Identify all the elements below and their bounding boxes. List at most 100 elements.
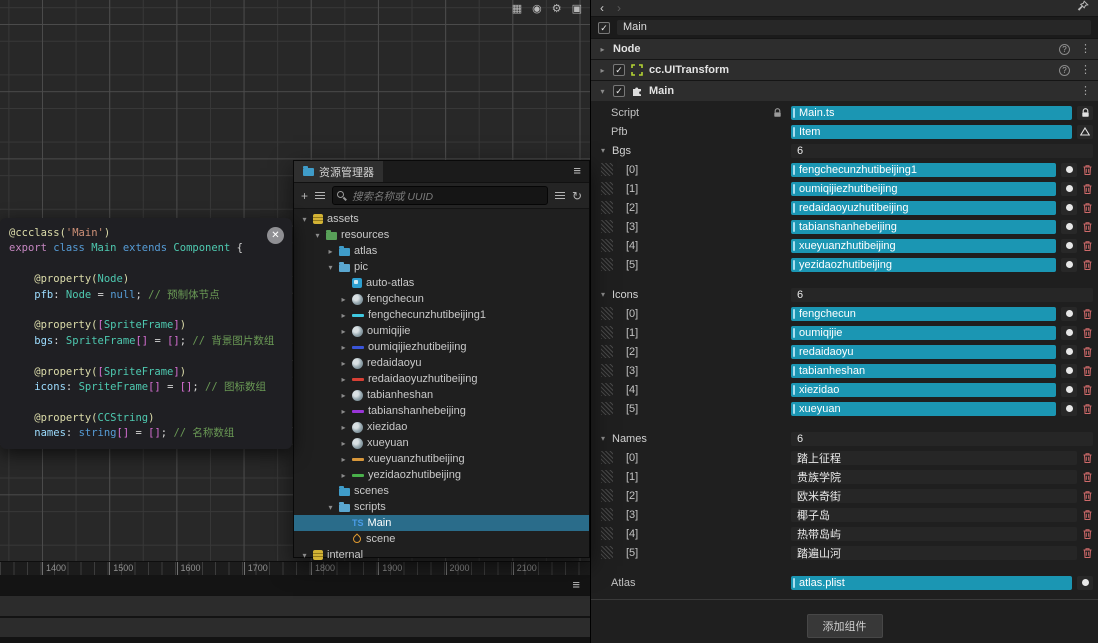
- history-back-button[interactable]: ‹: [600, 1, 604, 15]
- array-size-field[interactable]: 6: [791, 144, 1093, 158]
- chevron-right-icon[interactable]: ▸: [598, 66, 607, 75]
- kebab-menu-icon[interactable]: ⋮: [1080, 65, 1091, 76]
- asset-ref-field[interactable]: xueyuan: [791, 402, 1056, 416]
- tree-item-scenes[interactable]: scenes: [294, 483, 589, 499]
- delete-button[interactable]: [1082, 240, 1093, 252]
- array-size-field[interactable]: 6: [791, 288, 1093, 302]
- tree-item-redaidaoyuzhutibeijing[interactable]: ▸redaidaoyuzhutibeijing: [294, 371, 589, 387]
- add-asset-button[interactable]: +: [301, 190, 308, 202]
- asset-ref-field[interactable]: tabianshanhebeijing: [791, 220, 1056, 234]
- tree-item-assets[interactable]: ▾assets: [294, 211, 589, 227]
- tree-item-redaidaoyu[interactable]: ▸redaidaoyu: [294, 355, 589, 371]
- asset-search-input[interactable]: [350, 187, 548, 206]
- tree-item-yezidaozhutibeijing[interactable]: ▸yezidaozhutibeijing: [294, 467, 589, 483]
- icons-section-row[interactable]: ▾ Icons 6: [591, 285, 1098, 304]
- asset-search-box[interactable]: [332, 186, 548, 205]
- drag-handle-icon[interactable]: [601, 239, 613, 252]
- drag-handle-icon[interactable]: [601, 546, 613, 559]
- chevron-icon[interactable]: ▸: [339, 455, 348, 464]
- chevron-down-icon[interactable]: ▾: [598, 87, 607, 96]
- asset-ref-field[interactable]: fengchecunzhutibeijing1: [791, 163, 1056, 177]
- asset-preview-icon[interactable]: [1061, 239, 1077, 253]
- help-icon[interactable]: ?: [1059, 44, 1070, 55]
- string-field[interactable]: 贵族学院: [791, 470, 1077, 484]
- tree-item-tabianheshan[interactable]: ▸tabianheshan: [294, 387, 589, 403]
- asset-preview-icon[interactable]: [1061, 364, 1077, 378]
- tree-item-xiezidao[interactable]: ▸xiezidao: [294, 419, 589, 435]
- tree-item-oumiqijie[interactable]: ▸oumiqijie: [294, 323, 589, 339]
- string-field[interactable]: 椰子岛: [791, 508, 1077, 522]
- names-section-row[interactable]: ▾ Names 6: [591, 429, 1098, 448]
- uitransform-section-header[interactable]: ▸ ✓ cc.UITransform ? ⋮: [591, 59, 1098, 80]
- gear-icon[interactable]: ⚙: [552, 1, 562, 17]
- asset-ref-field[interactable]: xiezidao: [791, 383, 1056, 397]
- tree-item-fengchecun[interactable]: ▸fengchecun: [294, 291, 589, 307]
- component-enabled-checkbox[interactable]: ✓: [613, 85, 625, 97]
- tree-item-xueyuan[interactable]: ▸xueyuan: [294, 435, 589, 451]
- asset-preview-icon[interactable]: [1061, 163, 1077, 177]
- component-enabled-checkbox[interactable]: ✓: [613, 64, 625, 76]
- filter-list-icon[interactable]: [555, 192, 565, 199]
- lock-icon[interactable]: [1077, 106, 1093, 120]
- grid-icon[interactable]: ▦: [512, 1, 522, 17]
- delete-button[interactable]: [1082, 221, 1093, 233]
- close-icon[interactable]: ✕: [267, 227, 284, 244]
- asset-preview-icon[interactable]: [1061, 201, 1077, 215]
- tree-item-internal[interactable]: ▾internal: [294, 547, 589, 563]
- asset-ref-field[interactable]: oumiqijie: [791, 326, 1056, 340]
- asset-preview-icon[interactable]: [1061, 345, 1077, 359]
- chevron-right-icon[interactable]: ▸: [598, 45, 607, 54]
- viewport-icon[interactable]: ▣: [572, 1, 582, 17]
- string-field[interactable]: 踏上征程: [791, 451, 1077, 465]
- drag-handle-icon[interactable]: [601, 326, 613, 339]
- panel-menu-icon[interactable]: ≡: [573, 163, 581, 178]
- asset-preview-icon[interactable]: [1061, 326, 1077, 340]
- drag-handle-icon[interactable]: [601, 489, 613, 502]
- asset-ref-field[interactable]: redaidaoyu: [791, 345, 1056, 359]
- chevron-down-icon[interactable]: ▾: [599, 146, 607, 155]
- tree-item-Main[interactable]: TSMain: [294, 515, 589, 531]
- asset-preview-icon[interactable]: [1061, 258, 1077, 272]
- tree-item-xueyuanzhutibeijing[interactable]: ▸xueyuanzhutibeijing: [294, 451, 589, 467]
- delete-button[interactable]: [1082, 490, 1093, 502]
- atlas-asset-field[interactable]: atlas.plist: [791, 576, 1072, 590]
- tree-item-pic[interactable]: ▾pic: [294, 259, 589, 275]
- main-component-header[interactable]: ▾ ✓ Main ⋮: [591, 80, 1098, 101]
- chevron-icon[interactable]: ▾: [326, 263, 335, 272]
- node-name-field[interactable]: Main: [617, 20, 1091, 35]
- script-asset-field[interactable]: Main.ts: [791, 106, 1072, 120]
- gizmo-icon[interactable]: ◉: [532, 1, 542, 17]
- drag-handle-icon[interactable]: [601, 182, 613, 195]
- drag-handle-icon[interactable]: [601, 220, 613, 233]
- node-section-header[interactable]: ▸ Node ? ⋮: [591, 38, 1098, 59]
- delete-button[interactable]: [1082, 403, 1093, 415]
- chevron-icon[interactable]: ▾: [326, 503, 335, 512]
- drag-handle-icon[interactable]: [601, 258, 613, 271]
- tree-item-oumiqijiezhutibeijing[interactable]: ▸oumiqijiezhutibeijing: [294, 339, 589, 355]
- chevron-icon[interactable]: ▸: [339, 391, 348, 400]
- tree-item-tabianshanhebeijing[interactable]: ▸tabianshanhebeijing: [294, 403, 589, 419]
- panel-menu-icon[interactable]: ≡: [572, 577, 580, 592]
- delete-button[interactable]: [1082, 327, 1093, 339]
- delete-button[interactable]: [1082, 365, 1093, 377]
- delete-button[interactable]: [1082, 164, 1093, 176]
- pin-icon[interactable]: [1077, 0, 1089, 17]
- asset-preview-icon[interactable]: [1061, 307, 1077, 321]
- chevron-icon[interactable]: ▸: [339, 295, 348, 304]
- help-icon[interactable]: ?: [1059, 65, 1070, 76]
- tree-item-atlas[interactable]: ▸atlas: [294, 243, 589, 259]
- drag-handle-icon[interactable]: [601, 402, 613, 415]
- chevron-icon[interactable]: ▸: [339, 343, 348, 352]
- drag-handle-icon[interactable]: [601, 470, 613, 483]
- assets-panel-tab[interactable]: 资源管理器: [294, 161, 383, 182]
- tree-item-auto-atlas[interactable]: auto-atlas: [294, 275, 589, 291]
- drag-handle-icon[interactable]: [601, 163, 613, 176]
- chevron-icon[interactable]: ▸: [339, 359, 348, 368]
- delete-button[interactable]: [1082, 528, 1093, 540]
- delete-button[interactable]: [1082, 183, 1093, 195]
- kebab-menu-icon[interactable]: ⋮: [1080, 86, 1091, 97]
- asset-ref-field[interactable]: redaidaoyuzhutibeijing: [791, 201, 1056, 215]
- array-size-field[interactable]: 6: [791, 432, 1093, 446]
- chevron-icon[interactable]: ▸: [339, 311, 348, 320]
- delete-button[interactable]: [1082, 202, 1093, 214]
